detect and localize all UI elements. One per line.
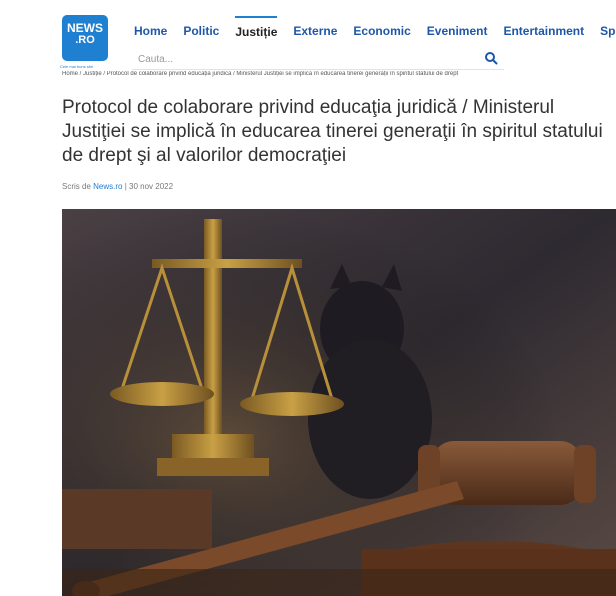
byline-separator: | (124, 182, 127, 191)
site-logo[interactable]: NEWS .RO (62, 15, 108, 61)
byline-date: 30 nov 2022 (129, 182, 174, 191)
nav-home[interactable]: Home (134, 16, 167, 46)
nav-externe[interactable]: Externe (293, 16, 337, 46)
main-nav: Home Politic Justiție Externe Economic E… (134, 16, 616, 46)
nav-justitie[interactable]: Justiție (235, 16, 278, 46)
nav-entertainment[interactable]: Entertainment (503, 16, 584, 46)
site-header: NEWS .RO Cele mai bune știri Home Politi… (0, 0, 616, 75)
nav-politic[interactable]: Politic (183, 16, 219, 46)
article-hero-image (62, 209, 616, 596)
byline-prefix: Scris de (62, 182, 91, 191)
nav-sport[interactable]: Sport (600, 16, 616, 46)
article-byline: Scris de News.ro | 30 nov 2022 (62, 182, 173, 191)
nav-eveniment[interactable]: Eveniment (427, 16, 488, 46)
logo-text-news: NEWS (67, 21, 103, 35)
logo-tagline: Cele mai bune știri (60, 64, 94, 69)
nav-economic[interactable]: Economic (353, 16, 410, 46)
logo-text-ro: .RO (75, 34, 95, 46)
search-bar (132, 48, 504, 70)
breadcrumb[interactable]: Home / Justiție / Protocol de colaborare… (62, 71, 616, 77)
search-icon[interactable] (484, 51, 498, 65)
byline-author-link[interactable]: News.ro (93, 182, 122, 191)
search-input[interactable] (132, 48, 460, 70)
article-title: Protocol de colaborare privind educaţia … (62, 97, 603, 166)
